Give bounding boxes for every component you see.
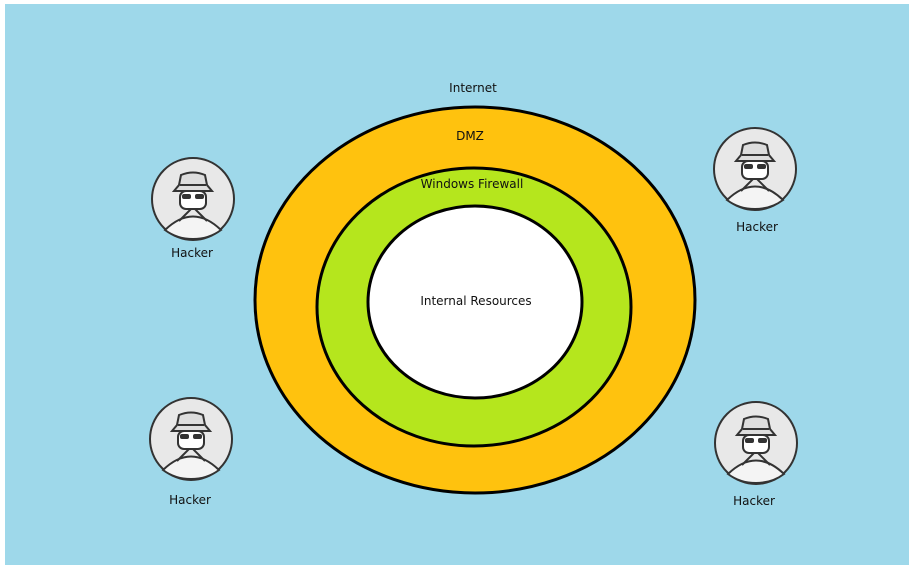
hacker-label: Hacker xyxy=(736,220,778,234)
hacker-icon xyxy=(149,397,233,481)
diagram-canvas: Internet DMZ Windows Firewall Internal R… xyxy=(5,4,909,565)
hacker-label: Hacker xyxy=(733,494,775,508)
hacker-icon xyxy=(151,157,235,241)
firewall-label: Windows Firewall xyxy=(420,177,524,191)
hacker-icon xyxy=(714,401,798,485)
internal-resources-label: Internal Resources xyxy=(420,294,532,308)
hacker-icon xyxy=(713,127,797,211)
dmz-label: DMZ xyxy=(456,129,484,143)
hacker-label: Hacker xyxy=(169,493,211,507)
hacker-label: Hacker xyxy=(171,246,213,260)
internet-label: Internet xyxy=(449,81,497,95)
